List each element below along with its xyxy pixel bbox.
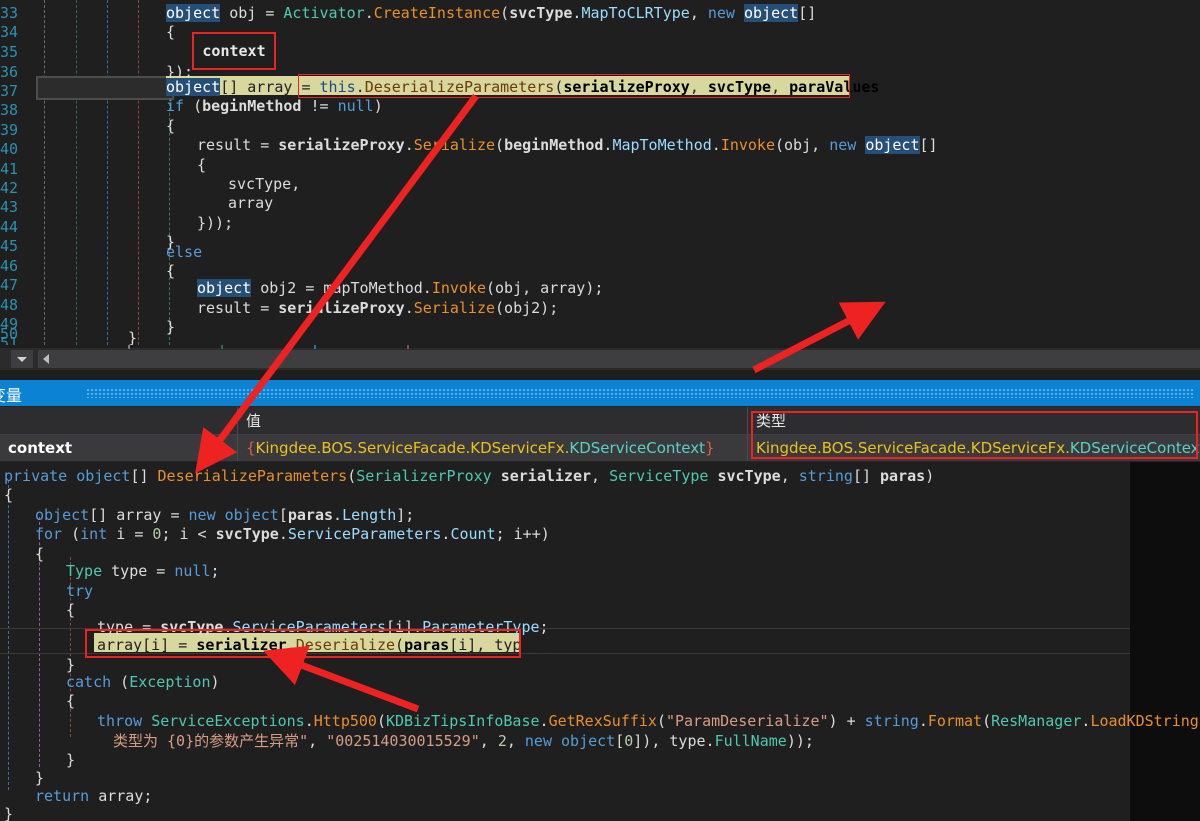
line-number: 35 bbox=[0, 43, 19, 61]
type-class: KDServiceContext bbox=[1069, 439, 1200, 457]
line-number: 34 bbox=[0, 23, 19, 41]
scrollbar-track[interactable] bbox=[54, 350, 1200, 368]
code-line-deserialize[interactable]: array[i] = serializer.Deserialize(paras[… bbox=[97, 636, 549, 656]
line-number: 44 bbox=[0, 218, 19, 236]
code-line-41[interactable]: { bbox=[197, 156, 206, 176]
code-line-40[interactable]: result = serializeProxy.Serialize(beginM… bbox=[197, 136, 938, 156]
line-number: 46 bbox=[0, 257, 19, 275]
column-header-name[interactable] bbox=[0, 407, 238, 434]
code-line-signature[interactable]: private object[] DeserializeParameters(S… bbox=[4, 467, 934, 487]
code-line-39[interactable]: { bbox=[166, 117, 175, 137]
code-line-34[interactable]: { bbox=[166, 23, 175, 43]
code-line-for-close[interactable]: } bbox=[35, 769, 44, 789]
value-namespace: Kingdee.BOS.ServiceFacade.KDServiceFx. bbox=[255, 439, 570, 457]
code-line-catch[interactable]: catch (Exception) bbox=[66, 673, 220, 693]
column-header-value[interactable]: 值 bbox=[238, 407, 748, 434]
chevron-down-glyph bbox=[17, 356, 27, 362]
line-number: 33 bbox=[0, 4, 19, 22]
code-line-try-open[interactable]: { bbox=[66, 601, 75, 621]
horizontal-scrollbar[interactable] bbox=[0, 345, 1200, 370]
code-line-33[interactable]: object obj = Activator.CreateInstance(sv… bbox=[166, 4, 816, 24]
chevron-left-icon[interactable] bbox=[38, 350, 54, 368]
chevron-left-glyph bbox=[43, 354, 49, 364]
code-line-catch-open[interactable]: { bbox=[66, 692, 75, 712]
indent-guide bbox=[138, 0, 139, 345]
line-number: 38 bbox=[0, 101, 19, 119]
bottom-code-editor-pane[interactable]: private object[] DeserializeParameters(S… bbox=[0, 462, 1200, 821]
variables-panel: 变量 值 类型 context {Kingdee.BOS.ServiceFaca… bbox=[0, 380, 1200, 462]
indent-guide bbox=[107, 0, 108, 345]
indent-guide bbox=[44, 0, 45, 345]
variable-value-cell[interactable]: {Kingdee.BOS.ServiceFacade.KDServiceFx. K… bbox=[238, 435, 748, 461]
line-number: 47 bbox=[0, 276, 19, 294]
code-line-close-brace[interactable]: } bbox=[4, 805, 13, 821]
table-row[interactable]: context {Kingdee.BOS.ServiceFacade.KDSer… bbox=[0, 435, 1200, 461]
line-number: 43 bbox=[0, 198, 19, 216]
code-line-38[interactable]: if (beginMethod != null) bbox=[166, 97, 383, 117]
code-line-50[interactable]: } bbox=[166, 318, 175, 338]
context-tooltip: context bbox=[192, 32, 276, 70]
code-line-51[interactable]: } bbox=[128, 329, 137, 345]
line-number-gutter: 33 34 35 36 37 38 39 40 41 42 43 44 45 4… bbox=[0, 0, 36, 345]
code-line-array-decl[interactable]: object[] array = new object[paras.Length… bbox=[35, 506, 414, 526]
code-line-catch-close[interactable]: } bbox=[66, 751, 75, 771]
titlebar-focus-dots bbox=[86, 388, 1194, 398]
code-line-for[interactable]: for (int i = 0; i < svcType.ServiceParam… bbox=[35, 525, 550, 545]
code-line-return[interactable]: return array; bbox=[35, 787, 152, 807]
top-code-editor-pane[interactable]: 33 34 35 36 37 38 39 40 41 42 43 44 45 4… bbox=[0, 0, 1200, 345]
variables-panel-titlebar[interactable]: 变量 bbox=[0, 380, 1200, 406]
code-line-48[interactable]: object obj2 = mapToMethod.Invoke(obj, ar… bbox=[197, 279, 603, 299]
code-line-42[interactable]: svcType, bbox=[228, 175, 300, 195]
line-number: 48 bbox=[0, 296, 19, 314]
indent-guide bbox=[8, 480, 9, 790]
line-number: 40 bbox=[0, 140, 19, 158]
line-number: 37 bbox=[0, 82, 19, 100]
code-line-43[interactable]: array bbox=[228, 194, 273, 214]
code-line-for-open[interactable]: { bbox=[35, 545, 44, 565]
code-line-type-decl[interactable]: Type type = null; bbox=[66, 562, 220, 582]
variable-name-cell[interactable]: context bbox=[0, 435, 238, 461]
code-line-throw-cont[interactable]: 类型为 {0}的参数产生异常", "002514030015529", 2, n… bbox=[113, 732, 814, 752]
code-line-49[interactable]: result = serializeProxy.Serialize(obj2); bbox=[197, 299, 558, 319]
code-line-open-brace[interactable]: { bbox=[4, 486, 13, 506]
code-line-throw[interactable]: throw ServiceExceptions.Http500(KDBizTip… bbox=[97, 712, 1200, 732]
indent-guide bbox=[76, 0, 77, 345]
variable-type-cell[interactable]: Kingdee.BOS.ServiceFacade.KDServiceFx. KD… bbox=[748, 435, 1200, 461]
code-line-try[interactable]: try bbox=[66, 582, 93, 602]
code-line-46[interactable]: else bbox=[166, 243, 202, 263]
scroll-minimap-ticks bbox=[36, 345, 1200, 349]
line-number: 41 bbox=[0, 160, 19, 178]
value-class: KDServiceContext bbox=[569, 439, 705, 457]
line-number: 36 bbox=[0, 63, 19, 81]
current-statement-outline bbox=[36, 76, 174, 100]
context-tooltip-label: context bbox=[202, 42, 266, 60]
chevron-down-icon[interactable] bbox=[11, 350, 33, 368]
code-line-44[interactable]: })); bbox=[197, 214, 233, 234]
code-line-param-type[interactable]: type = svcType.ServiceParameters[i].Para… bbox=[97, 618, 549, 638]
variables-panel-title: 变量 bbox=[0, 386, 23, 405]
line-number: 51 bbox=[0, 334, 19, 345]
line-number: 45 bbox=[0, 237, 19, 255]
line-number: 39 bbox=[0, 121, 19, 139]
code-line-47[interactable]: { bbox=[166, 262, 175, 282]
pane-edge-shadow bbox=[1130, 462, 1200, 821]
type-namespace: Kingdee.BOS.ServiceFacade.KDServiceFx. bbox=[756, 439, 1070, 457]
line-number: 42 bbox=[0, 179, 19, 197]
minimap-tick bbox=[314, 345, 316, 349]
column-header-type[interactable]: 类型 bbox=[748, 407, 1200, 434]
vs-debugger-window: 33 34 35 36 37 38 39 40 41 42 43 44 45 4… bbox=[0, 0, 1200, 821]
code-line-35[interactable] bbox=[166, 43, 175, 63]
code-line-37[interactable]: object[] array = this.DeserializeParamet… bbox=[166, 78, 898, 98]
variables-table-header: 值 类型 bbox=[0, 407, 1200, 435]
minimap-tick bbox=[221, 345, 223, 349]
minimap-tick bbox=[407, 345, 409, 349]
minimap-tick bbox=[128, 345, 130, 349]
